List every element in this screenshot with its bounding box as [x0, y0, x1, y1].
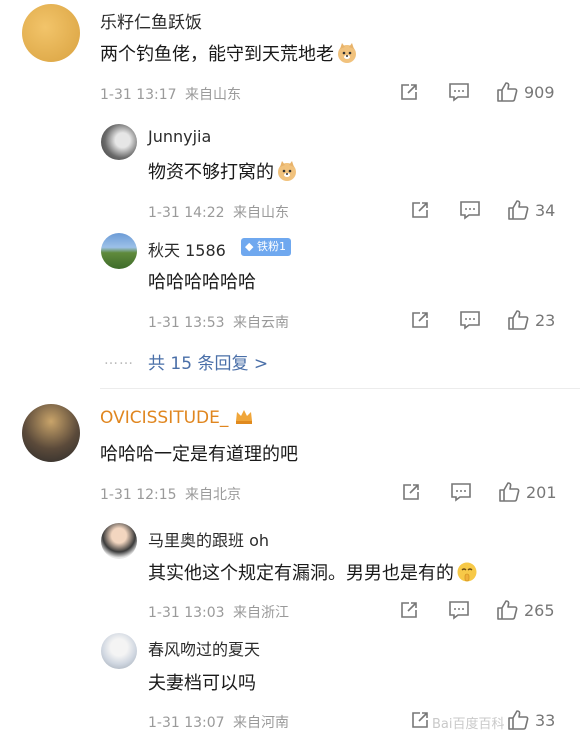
- avatar[interactable]: [22, 4, 80, 62]
- like-button[interactable]: 909: [496, 81, 555, 103]
- comment-time: 1-31 12:15: [100, 487, 177, 503]
- comment-text: 两个钓鱼佬，能守到天荒地老: [100, 40, 358, 66]
- reply-author-name[interactable]: 秋天 1586: [148, 237, 226, 261]
- more-replies-link[interactable]: 共 15 条回复 >: [148, 349, 268, 374]
- comment-meta: 1-31 12:15 来自北京: [100, 484, 241, 504]
- comment-location: 来自山东: [185, 87, 242, 103]
- doge-emoji-icon: [278, 161, 296, 181]
- watermark: Bai百度百科: [432, 717, 505, 732]
- like-count: 265: [524, 600, 555, 620]
- avatar[interactable]: [101, 233, 137, 269]
- like-button[interactable]: 34: [507, 199, 555, 221]
- thumbs-up-icon: [508, 310, 529, 330]
- reply-text: 物资不够打窝的: [148, 158, 298, 184]
- fan-badge: ◆ 铁粉1: [241, 238, 291, 256]
- diamond-icon: ◆: [245, 240, 254, 253]
- comment-author-name[interactable]: OVICISSITUDE_: [100, 407, 254, 428]
- reply-author-name[interactable]: 春风吻过的夏天: [148, 636, 260, 660]
- thumbs-up-icon: [508, 710, 529, 730]
- reply-location: 来自云南: [233, 315, 290, 331]
- shush-emoji-icon: [457, 562, 477, 582]
- share-icon: [412, 312, 428, 328]
- thumbs-up-icon: [497, 600, 518, 620]
- reply-button[interactable]: [459, 310, 481, 330]
- reply-time: 1-31 13:07: [148, 715, 225, 731]
- avatar[interactable]: [101, 124, 137, 160]
- doge-emoji-icon: [338, 43, 356, 63]
- like-button[interactable]: 33: [507, 709, 555, 731]
- reply-time: 1-31 14:22: [148, 205, 225, 221]
- avatar[interactable]: [101, 633, 137, 669]
- share-icon: [412, 202, 428, 218]
- share-icon: [401, 84, 417, 100]
- like-count: 33: [535, 710, 556, 730]
- comment-meta: 1-31 13:17 来自山东: [100, 84, 241, 104]
- reply-time: 1-31 13:53: [148, 315, 225, 331]
- reply-button[interactable]: [448, 600, 470, 620]
- like-count: 23: [535, 310, 556, 330]
- reply-text: 夫妻档可以吗: [148, 673, 256, 694]
- like-button[interactable]: 23: [507, 309, 555, 331]
- reply-text: 哈哈哈哈哈哈: [148, 272, 256, 293]
- reply-text: 其实他这个规定有漏洞。男男也是有的: [148, 559, 478, 585]
- reply-button[interactable]: [459, 200, 481, 220]
- comment-icon: [449, 601, 469, 620]
- comment-icon: [451, 483, 471, 502]
- thumbs-up-icon: [499, 482, 520, 502]
- reply-button[interactable]: [450, 482, 472, 502]
- comment-icon: [460, 311, 480, 330]
- thumbs-up-icon: [497, 82, 518, 102]
- reply-author-name[interactable]: Junnyjia: [148, 127, 211, 146]
- share-button[interactable]: [399, 82, 419, 102]
- reply-meta: 1-31 14:22 来自山东: [148, 202, 289, 222]
- share-button[interactable]: [410, 200, 430, 220]
- divider: [100, 388, 580, 389]
- share-icon: [412, 712, 428, 728]
- share-button[interactable]: [399, 600, 419, 620]
- thumbs-up-icon: [508, 200, 529, 220]
- fan-badge-label: 铁粉1: [256, 240, 286, 253]
- like-count: 909: [524, 82, 555, 102]
- reply-location: 来自河南: [233, 715, 290, 731]
- like-count: 201: [526, 482, 557, 502]
- comment-location: 来自北京: [185, 487, 242, 503]
- crown-badge-icon: [236, 410, 253, 424]
- share-icon: [403, 484, 419, 500]
- reply-meta: 1-31 13:07 来自河南: [148, 712, 289, 732]
- reply-location: 来自山东: [233, 205, 290, 221]
- like-button[interactable]: 265: [496, 599, 555, 621]
- comment-author-name-text: OVICISSITUDE_: [100, 408, 229, 428]
- share-icon: [401, 602, 417, 618]
- share-button[interactable]: [410, 710, 430, 730]
- reply-text-content: 其实他这个规定有漏洞。男男也是有的: [148, 563, 454, 584]
- comment-icon: [460, 201, 480, 220]
- reply-meta: 1-31 13:03 来自浙江: [148, 602, 289, 622]
- comment-text: 哈哈哈一定是有道理的吧: [100, 444, 298, 465]
- avatar[interactable]: [22, 404, 80, 462]
- comment-text-content: 两个钓鱼佬，能守到天荒地老: [100, 44, 334, 65]
- comment-time: 1-31 13:17: [100, 87, 177, 103]
- reply-time: 1-31 13:03: [148, 605, 225, 621]
- avatar[interactable]: [101, 523, 137, 559]
- reply-meta: 1-31 13:53 来自云南: [148, 312, 289, 332]
- ellipsis-icon: ……: [104, 352, 134, 368]
- reply-button[interactable]: [448, 82, 470, 102]
- share-button[interactable]: [410, 310, 430, 330]
- reply-text-content: 物资不够打窝的: [148, 162, 274, 183]
- comment-icon: [449, 83, 469, 102]
- like-button[interactable]: 201: [498, 481, 557, 503]
- like-count: 34: [535, 200, 556, 220]
- reply-location: 来自浙江: [233, 605, 290, 621]
- reply-author-name[interactable]: 马里奥的跟班 oh: [148, 527, 269, 551]
- comment-author-name[interactable]: 乐籽仁鱼跃饭: [100, 8, 202, 33]
- share-button[interactable]: [401, 482, 421, 502]
